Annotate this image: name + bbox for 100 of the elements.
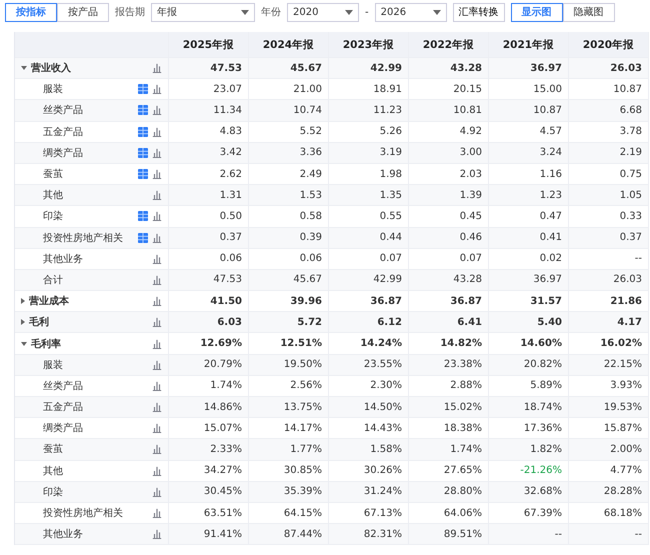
row-label: 蚕茧 — [42, 168, 64, 182]
year-to-select[interactable]: 2026 — [374, 2, 447, 22]
bar-chart-icon[interactable] — [152, 508, 162, 518]
table-cell: 15.87% — [569, 418, 649, 438]
column-header[interactable]: 2024年报 — [249, 32, 329, 57]
view-tab[interactable]: 按指标 — [5, 2, 57, 22]
table-cell: 20.79% — [169, 354, 249, 375]
table-cell: 0.41 — [489, 228, 569, 248]
table-cell: 1.16 — [489, 164, 569, 184]
bar-chart-icon[interactable] — [152, 466, 162, 476]
table-grid-icon[interactable] — [138, 126, 148, 137]
table-grid-icon[interactable] — [138, 105, 148, 116]
table-cell: 1.74% — [169, 376, 249, 396]
table-cell: 45.67 — [249, 58, 329, 78]
table-cell: 14.43% — [329, 418, 409, 438]
bar-chart-icon[interactable] — [152, 211, 162, 222]
bar-chart-icon[interactable] — [152, 423, 162, 434]
table-cell: 14.17% — [249, 418, 329, 438]
bar-chart-icon[interactable] — [152, 274, 162, 285]
currency-convert-button[interactable]: 汇率转换 — [452, 2, 505, 22]
table-cell: 36.87 — [409, 291, 489, 312]
table-cell: 0.55 — [329, 206, 409, 226]
table-cell: 1.31 — [169, 185, 249, 206]
table-cell: 6.03 — [169, 312, 249, 332]
chart-toggle-tab[interactable]: 显示图 — [510, 2, 563, 22]
column-header[interactable]: 2020年报 — [569, 32, 649, 57]
table-cell: 43.28 — [409, 270, 489, 290]
table-grid-icon[interactable] — [138, 232, 148, 243]
table-cell: 14.86% — [169, 397, 249, 418]
bar-chart-icon[interactable] — [152, 486, 162, 497]
expand-toggle-icon[interactable] — [21, 319, 25, 326]
bar-chart-icon[interactable] — [152, 190, 162, 200]
table-cell: 0.37 — [169, 228, 249, 248]
table-cell: 1.82% — [489, 439, 569, 460]
chart-toggle-tab[interactable]: 隐藏图 — [562, 2, 615, 22]
column-header[interactable]: 2021年报 — [489, 32, 569, 57]
table-cell: 13.75% — [249, 397, 329, 418]
table-cell: 3.42 — [169, 142, 249, 163]
bar-chart-icon[interactable] — [152, 402, 162, 412]
table-grid-icon[interactable] — [138, 148, 148, 158]
table-grid-icon[interactable] — [138, 211, 148, 222]
bar-chart-icon[interactable] — [152, 444, 162, 454]
table-grid-icon[interactable] — [138, 169, 148, 180]
bar-chart-icon[interactable] — [152, 169, 162, 180]
bar-chart-icon[interactable] — [152, 529, 162, 540]
table-cell: 0.44 — [329, 228, 409, 248]
table-cell: 0.07 — [409, 248, 489, 269]
table-cell: 23.55% — [329, 354, 409, 375]
expand-toggle-icon[interactable] — [21, 66, 27, 70]
bar-chart-icon[interactable] — [152, 317, 162, 328]
table-cell: 26.03 — [569, 270, 649, 290]
row-label: 丝类产品 — [42, 104, 84, 118]
row-label: 蚕茧 — [42, 442, 64, 456]
bar-chart-icon[interactable] — [152, 338, 162, 349]
table-cell: 36.97 — [489, 58, 569, 78]
table-cell: 30.26% — [329, 460, 409, 481]
table-cell: 18.74% — [489, 397, 569, 418]
table-cell: 4.57 — [489, 122, 569, 142]
year-label: 年份 — [261, 6, 281, 19]
row-label: 投资性房地产相关 — [42, 506, 124, 520]
table-cell: 31.24% — [329, 482, 409, 502]
table-cell: 10.74 — [249, 100, 329, 121]
table-cell: 91.41% — [169, 524, 249, 544]
bar-chart-icon[interactable] — [152, 84, 162, 94]
year-from-select[interactable]: 2020 — [287, 2, 359, 22]
bar-chart-icon[interactable] — [152, 254, 162, 264]
table-cell: 30.85% — [249, 460, 329, 481]
bar-chart-icon[interactable] — [152, 126, 162, 137]
column-header[interactable]: 2023年报 — [329, 32, 409, 57]
expand-toggle-icon[interactable] — [21, 298, 25, 304]
table-cell: 39.96 — [249, 291, 329, 312]
table-cell: 2.49 — [249, 164, 329, 184]
table-cell: 45.67 — [249, 270, 329, 290]
table-cell: 2.56% — [249, 376, 329, 396]
row-label: 服装 — [42, 358, 64, 372]
table-cell: 64.15% — [249, 502, 329, 524]
table-cell: -- — [569, 524, 649, 544]
period-select[interactable]: 年报 — [151, 2, 255, 22]
table-cell: 30.45% — [169, 482, 249, 502]
table-cell: 0.75 — [569, 164, 649, 184]
bar-chart-icon[interactable] — [152, 296, 162, 306]
column-header[interactable]: 2025年报 — [169, 32, 249, 57]
bar-chart-icon[interactable] — [152, 232, 162, 243]
table-grid-icon[interactable] — [138, 84, 148, 94]
bar-chart-icon[interactable] — [152, 148, 162, 158]
table-cell: 5.89% — [489, 376, 569, 396]
table-cell: 0.50 — [169, 206, 249, 226]
bar-chart-icon[interactable] — [152, 360, 162, 370]
bar-chart-icon[interactable] — [152, 63, 162, 74]
table-cell: 6.12 — [329, 312, 409, 332]
view-tab[interactable]: 按产品 — [57, 2, 109, 22]
table-cell: 0.37 — [569, 228, 649, 248]
expand-toggle-icon[interactable] — [21, 342, 27, 346]
table-cell: 0.06 — [169, 248, 249, 269]
table-cell: 11.23 — [329, 100, 409, 121]
bar-chart-icon[interactable] — [152, 105, 162, 116]
bar-chart-icon[interactable] — [152, 380, 162, 391]
column-header[interactable]: 2022年报 — [409, 32, 489, 57]
row-label: 毛利率 — [31, 337, 62, 351]
table-cell: 26.03 — [569, 58, 649, 78]
